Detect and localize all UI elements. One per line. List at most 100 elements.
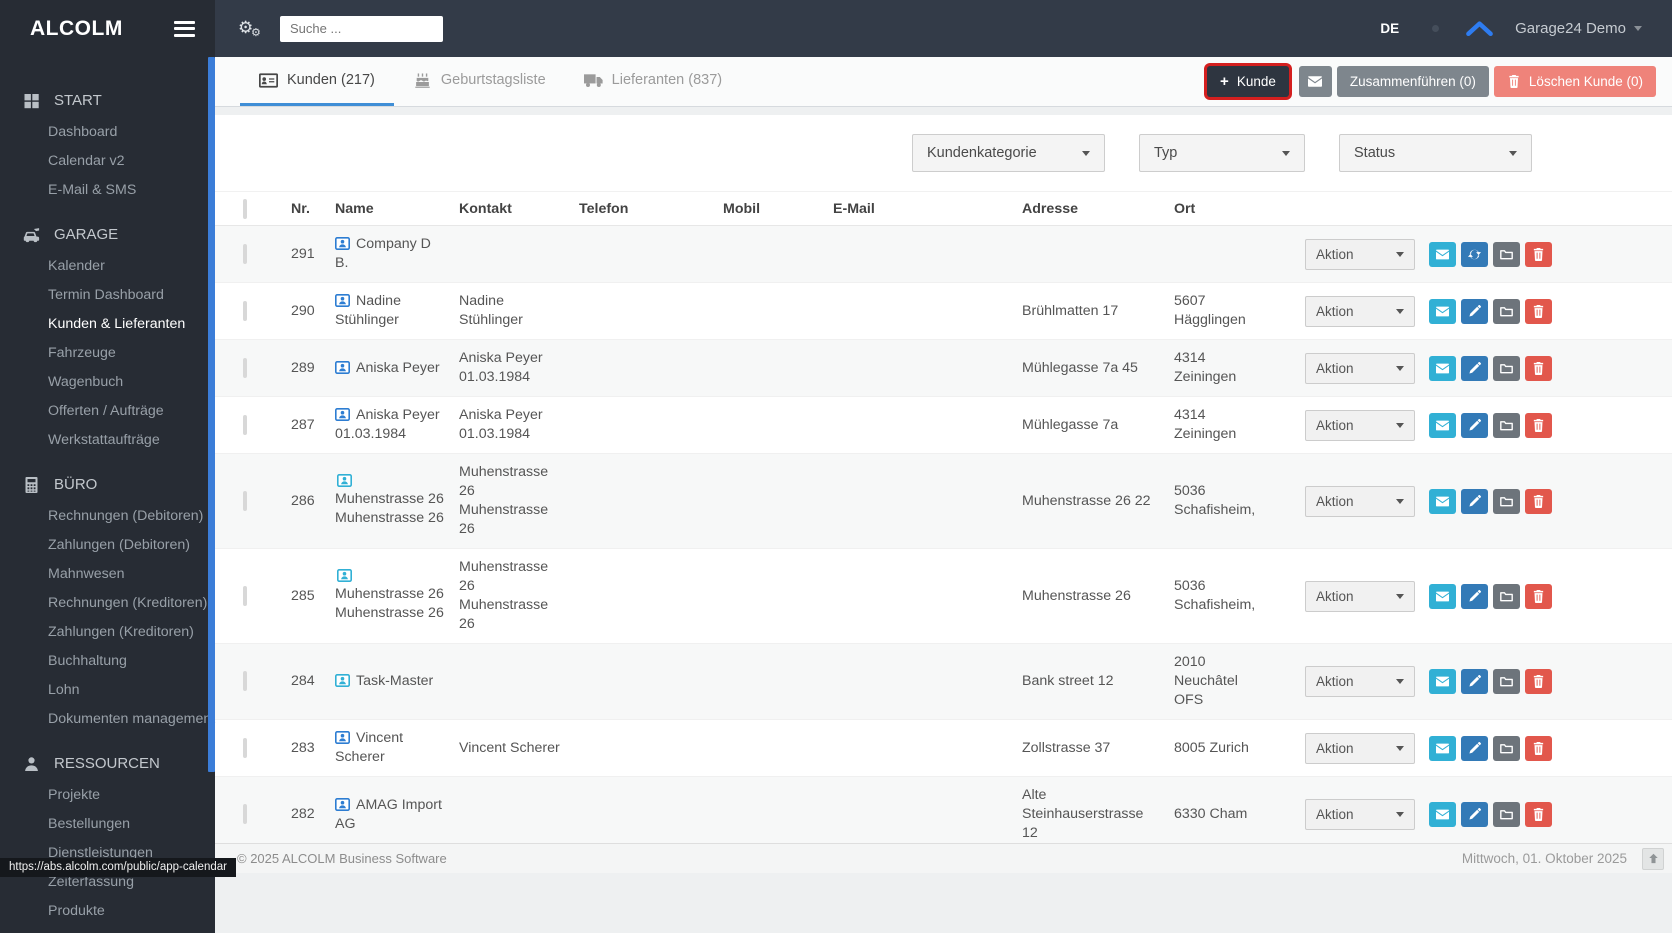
action-dropdown[interactable]: Aktion [1305,732,1415,764]
folder-button[interactable] [1493,412,1520,438]
mail-button[interactable] [1429,802,1456,827]
action-dropdown[interactable]: Aktion [1305,580,1415,612]
row-checkbox[interactable] [243,243,247,264]
sidebar-section-header[interactable]: BÜRO [0,467,215,502]
row-checkbox[interactable] [243,490,247,511]
merge-button[interactable]: Zusammenführen (0) [1336,66,1489,97]
customer-name[interactable]: Vincent Scherer [321,729,445,767]
mail-button[interactable] [1429,298,1456,324]
folder-button[interactable] [1493,241,1520,267]
mail-button[interactable] [1429,669,1456,694]
action-dropdown[interactable]: Aktion [1305,295,1415,327]
trash-button[interactable] [1525,241,1552,267]
sidebar-item-bestellungen[interactable]: Bestellungen [0,810,215,839]
account-menu[interactable]: Garage24 Demo [1515,20,1626,37]
sidebar-item-lohn[interactable]: Lohn [0,676,215,705]
language-selector[interactable]: DE [1380,21,1399,36]
sidebar-scrollbar-thumb[interactable] [208,57,215,772]
tab-lieferanten-837-[interactable]: Lieferanten (837) [565,57,741,106]
select-all-checkbox[interactable] [243,198,247,219]
mail-button[interactable] [1429,488,1456,514]
sidebar-item-mahnwesen[interactable]: Mahnwesen [0,560,215,589]
trash-button[interactable] [1525,735,1552,761]
customer-name[interactable]: Muhenstrasse 26 Muhenstrasse 26 [321,569,445,623]
mail-button[interactable] [1429,583,1456,609]
customer-name[interactable]: Company D B. [321,235,445,273]
search-input[interactable] [280,15,443,42]
hamburger-menu-icon[interactable] [174,17,195,40]
tab-kunden-217-[interactable]: Kunden (217) [240,57,394,106]
sidebar-section-header[interactable]: RESSOURCEN [0,746,215,781]
tab-geburtstagsliste[interactable]: Geburtstagsliste [394,57,565,106]
action-dropdown[interactable]: Aktion [1305,799,1415,830]
filter-kundenkategorie[interactable]: Kundenkategorie [912,134,1105,172]
filter-typ[interactable]: Typ [1139,134,1305,172]
folder-button[interactable] [1493,669,1520,694]
folder-button[interactable] [1493,583,1520,609]
action-dropdown[interactable]: Aktion [1305,485,1415,517]
action-dropdown[interactable]: Aktion [1305,352,1415,384]
pencil-button[interactable] [1461,669,1488,694]
customer-name[interactable]: Task-Master [321,672,445,691]
sidebar-item-zahlungen-kreditoren-[interactable]: Zahlungen (Kreditoren) [0,618,215,647]
sidebar-section-header[interactable]: START [0,83,215,118]
action-dropdown[interactable]: Aktion [1305,238,1415,270]
add-customer-button[interactable]: + Kunde [1207,66,1289,97]
sidebar-item-zahlungen-debitoren-[interactable]: Zahlungen (Debitoren) [0,531,215,560]
sidebar-item-kalender[interactable]: Kalender [0,252,215,281]
sidebar-item-rechnungen-kreditoren-[interactable]: Rechnungen (Kreditoren) [0,589,215,618]
pencil-button[interactable] [1461,488,1488,514]
sidebar-item-inventar[interactable]: Inventar [0,926,215,933]
sidebar-item-rechnungen-debitoren-[interactable]: Rechnungen (Debitoren) [0,502,215,531]
refresh-button[interactable] [1461,241,1488,267]
folder-button[interactable] [1493,488,1520,514]
customer-name[interactable]: Muhenstrasse 26 Muhenstrasse 26 [321,474,445,528]
row-checkbox[interactable] [243,414,247,435]
sidebar-item-werkstattauftr-ge[interactable]: Werkstattaufträge [0,426,215,455]
pencil-button[interactable] [1461,735,1488,761]
customer-name[interactable]: Nadine Stühlinger [321,292,445,330]
action-dropdown[interactable]: Aktion [1305,409,1415,441]
action-dropdown[interactable]: Aktion [1305,666,1415,697]
trash-button[interactable] [1525,355,1552,381]
mail-button[interactable] [1429,241,1456,267]
sidebar-section-header[interactable]: GARAGE [0,217,215,252]
trash-button[interactable] [1525,583,1552,609]
sidebar-item-produkte[interactable]: Produkte [0,897,215,926]
account-caret-icon[interactable] [1634,26,1642,31]
sidebar-item-offerten-auftr-ge[interactable]: Offerten / Aufträge [0,397,215,426]
row-checkbox[interactable] [243,300,247,321]
row-checkbox[interactable] [243,671,247,691]
sidebar-item-buchhaltung[interactable]: Buchhaltung [0,647,215,676]
pencil-button[interactable] [1461,355,1488,381]
row-checkbox[interactable] [243,585,247,606]
sidebar-item-dokumenten-management[interactable]: Dokumenten management [0,705,215,734]
row-checkbox[interactable] [243,737,247,758]
folder-button[interactable] [1493,355,1520,381]
folder-button[interactable] [1493,298,1520,324]
trash-button[interactable] [1525,802,1552,827]
trash-button[interactable] [1525,298,1552,324]
delete-customer-button[interactable]: Löschen Kunde (0) [1493,66,1656,97]
sidebar-item-e-mail-sms[interactable]: E-Mail & SMS [0,176,215,205]
pencil-button[interactable] [1461,583,1488,609]
sidebar-item-projekte[interactable]: Projekte [0,781,215,810]
sidebar-item-wagenbuch[interactable]: Wagenbuch [0,368,215,397]
scroll-to-top-button[interactable] [1642,847,1664,870]
customer-name[interactable]: AMAG Import AG [321,796,445,834]
customer-name[interactable]: Aniska Peyer [321,359,445,378]
sidebar-item-termin-dashboard[interactable]: Termin Dashboard [0,281,215,310]
trash-button[interactable] [1525,412,1552,438]
sidebar-item-fahrzeuge[interactable]: Fahrzeuge [0,339,215,368]
sidebar-item-calendar-v2[interactable]: Calendar v2 [0,147,215,176]
pencil-button[interactable] [1461,412,1488,438]
customer-name[interactable]: Aniska Peyer 01.03.1984 [321,406,445,444]
settings-gears-icon[interactable]: ⚙ ⚙ [238,17,264,41]
folder-button[interactable] [1493,802,1520,827]
mail-button[interactable] [1298,66,1332,97]
pencil-button[interactable] [1461,802,1488,827]
sidebar-item-dashboard[interactable]: Dashboard [0,118,215,147]
mail-button[interactable] [1429,355,1456,381]
row-checkbox[interactable] [243,357,247,378]
trash-button[interactable] [1525,488,1552,514]
